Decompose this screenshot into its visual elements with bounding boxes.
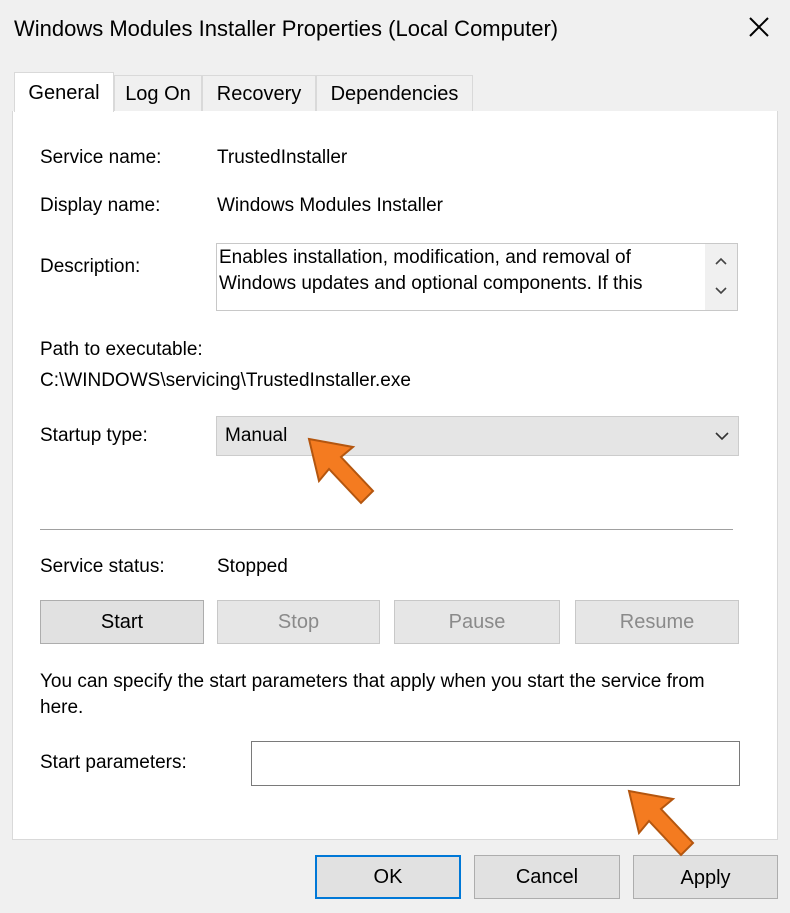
service-status-label: Service status: [40,556,165,577]
start-button[interactable]: Start [40,600,204,644]
stop-button[interactable]: Stop [217,600,380,644]
scroll-down-icon[interactable] [714,286,728,296]
window-title: Windows Modules Installer Properties (Lo… [14,16,559,41]
start-params-input[interactable] [251,741,740,786]
tab-general[interactable]: General [14,72,114,112]
service-name-value: TrustedInstaller [217,147,348,168]
description-label: Description: [40,256,141,277]
display-name-value: Windows Modules Installer [217,195,443,216]
tab-log-on[interactable]: Log On [114,75,202,111]
description-scrollbar[interactable] [705,244,737,310]
pause-button[interactable]: Pause [394,600,560,644]
scroll-up-icon[interactable] [714,256,728,266]
resume-button[interactable]: Resume [575,600,739,644]
ok-button[interactable]: OK [315,855,461,899]
startup-type-value: Manual [225,425,288,446]
service-status-value: Stopped [217,556,288,577]
cancel-button[interactable]: Cancel [474,855,620,899]
separator [40,529,733,530]
start-params-label: Start parameters: [40,752,187,773]
general-tab-panel [12,111,778,840]
path-label: Path to executable: [40,339,203,360]
chevron-down-icon [715,432,729,441]
service-name-label: Service name: [40,147,162,168]
start-params-hint: You can specify the start parameters tha… [40,671,705,718]
description-textbox[interactable]: Enables installation, modification, and … [216,243,738,311]
description-text: Enables installation, modification, and … [219,247,643,294]
pointer-arrow-icon [307,437,375,505]
display-name-label: Display name: [40,195,161,216]
close-icon[interactable] [742,10,776,44]
pointer-arrow-icon [627,789,695,857]
tab-dependencies[interactable]: Dependencies [316,75,473,111]
tab-recovery[interactable]: Recovery [202,75,316,111]
startup-type-label: Startup type: [40,425,148,446]
path-value: C:\WINDOWS\servicing\TrustedInstaller.ex… [40,370,411,391]
startup-type-select[interactable]: Manual [216,416,739,456]
